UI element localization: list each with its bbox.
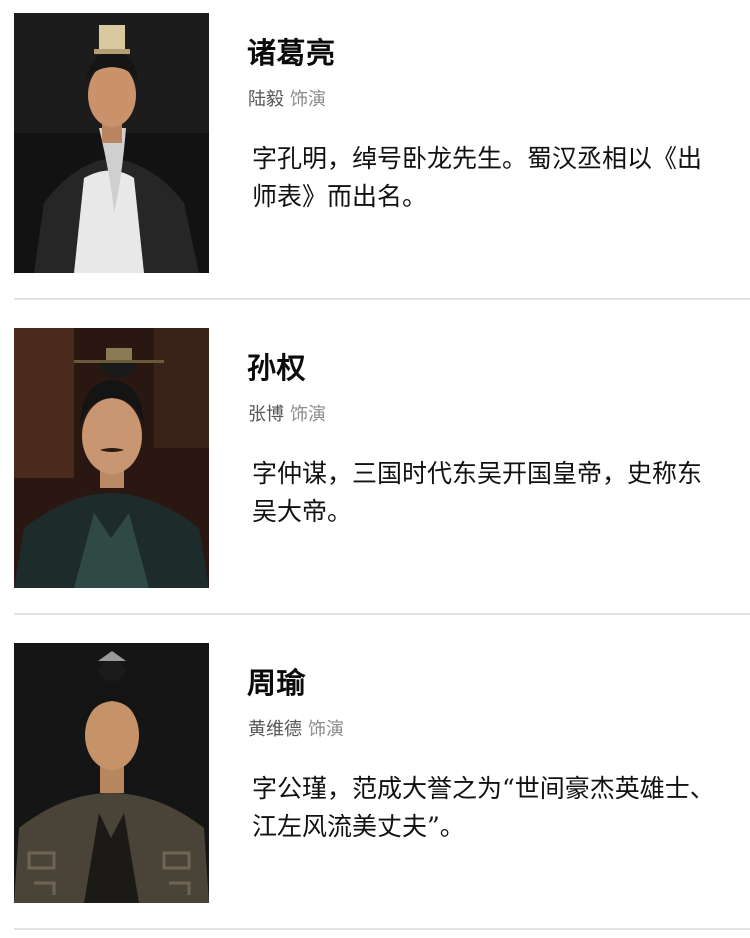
divider: [14, 928, 750, 930]
portrait-image: [14, 328, 209, 588]
character-name: 诸葛亮: [247, 36, 336, 70]
divider: [14, 613, 750, 615]
role-label: 饰演: [308, 719, 344, 740]
divider: [14, 298, 750, 300]
role-label: 饰演: [290, 89, 326, 110]
character-photo[interactable]: [14, 13, 209, 273]
actor-name[interactable]: 陆毅: [248, 89, 284, 110]
character-name: 孙权: [247, 351, 307, 385]
actor-line: 陆毅 饰演: [248, 85, 326, 111]
character-description: 字仲谋，三国时代东吴开国皇帝，史称东吴大帝。: [252, 459, 703, 526]
character-card[interactable]: 周瑜 黄维德 饰演 字公瑾，范成大誉之为“世间豪杰英雄士、江左风流美丈夫”。: [0, 630, 750, 938]
character-name: 周瑜: [247, 666, 307, 700]
actor-line: 黄维德 饰演: [248, 715, 344, 741]
actor-line: 张博 饰演: [248, 400, 326, 426]
portrait-image: [14, 13, 209, 273]
character-card[interactable]: 诸葛亮 陆毅 饰演 字孔明，绰号卧龙先生。蜀汉丞相以《出师表》而出名。: [0, 0, 750, 315]
character-photo[interactable]: [14, 643, 209, 903]
character-card[interactable]: 孙权 张博 饰演 字仲谋，三国时代东吴开国皇帝，史称东吴大帝。: [0, 315, 750, 630]
actor-name[interactable]: 黄维德: [248, 719, 302, 740]
portrait-image: [14, 643, 209, 903]
character-description: 字孔明，绰号卧龙先生。蜀汉丞相以《出师表》而出名。: [252, 144, 703, 211]
role-label: 饰演: [290, 404, 326, 425]
character-photo[interactable]: [14, 328, 209, 588]
actor-name[interactable]: 张博: [248, 404, 284, 425]
character-description: 字公瑾，范成大誉之为“世间豪杰英雄士、江左风流美丈夫”。: [252, 774, 715, 841]
